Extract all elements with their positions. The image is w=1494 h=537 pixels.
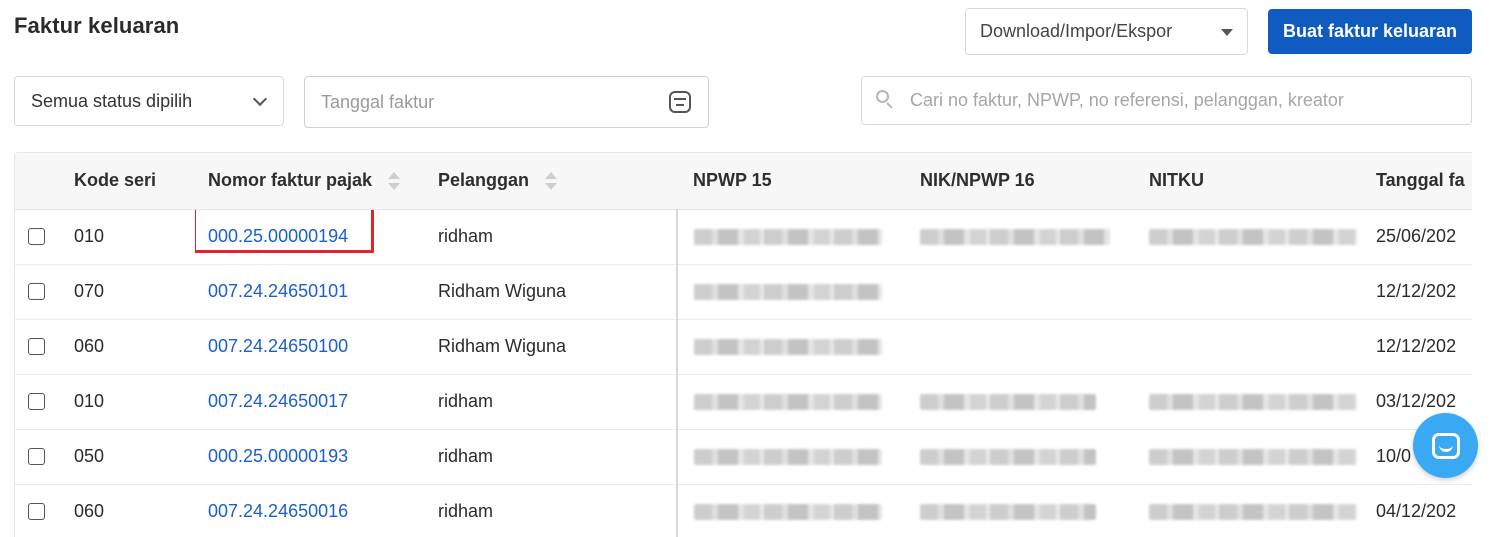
invoice-date-filter[interactable] <box>304 76 709 128</box>
row-checkbox[interactable] <box>28 393 45 410</box>
row-checkbox[interactable] <box>28 338 45 355</box>
redacted-nik <box>920 504 1096 521</box>
redacted-nitku <box>1149 504 1357 521</box>
create-invoice-button[interactable]: Buat faktur keluaran <box>1268 9 1472 54</box>
row-checkbox[interactable] <box>28 448 45 465</box>
kode-seri-cell: 010 <box>61 374 195 430</box>
invoice-number-link[interactable]: 007.24.24650017 <box>208 391 348 411</box>
redacted-npwp15 <box>694 504 882 521</box>
redacted-nitku <box>1149 449 1357 466</box>
caret-down-icon <box>1221 29 1233 36</box>
date-cell: 25/06/202 <box>1366 209 1472 265</box>
column-kode-seri: Kode seri <box>61 153 195 210</box>
redacted-nik <box>920 229 1110 246</box>
customer-cell: ridham <box>425 374 677 430</box>
invoice-number-link[interactable]: 000.25.00000194 <box>208 226 348 246</box>
date-cell: 12/12/202 <box>1366 264 1472 320</box>
customer-cell: ridham <box>425 429 677 485</box>
customer-cell: Ridham Wiguna <box>425 319 677 375</box>
column-nik-npwp16: NIK/NPWP 16 <box>907 153 1136 210</box>
date-cell: 04/12/202 <box>1366 484 1472 537</box>
invoice-number-link[interactable]: 007.24.24650100 <box>208 336 348 356</box>
redacted-nik <box>920 394 1096 411</box>
search-box[interactable] <box>861 76 1472 125</box>
table-row[interactable]: 060 007.24.24650100 Ridham Wiguna 12/12/… <box>15 319 1472 375</box>
chevron-down-icon <box>252 91 268 107</box>
invoice-table: Kode seri Nomor faktur pajak Pelanggan N… <box>14 152 1472 537</box>
redacted-nik <box>920 449 1096 466</box>
redacted-nitku <box>1149 229 1357 246</box>
table-row[interactable]: 060 007.24.24650016 ridham 04/12/202 <box>15 484 1472 537</box>
date-cell: 12/12/202 <box>1366 319 1472 375</box>
column-nitku: NITKU <box>1136 153 1366 210</box>
row-checkbox[interactable] <box>28 503 45 520</box>
kode-seri-cell: 060 <box>61 484 195 537</box>
redacted-npwp15 <box>694 229 882 246</box>
invoice-date-input[interactable] <box>305 77 645 127</box>
table-row[interactable]: 050 000.25.00000193 ridham 10/0 <box>15 429 1472 485</box>
column-pelanggan[interactable]: Pelanggan <box>425 153 677 210</box>
customer-cell: ridham <box>425 484 677 537</box>
kode-seri-cell: 010 <box>61 209 195 265</box>
select-all-header <box>15 153 61 210</box>
status-filter-label: Semua status dipilih <box>31 90 193 111</box>
redacted-npwp15 <box>694 449 882 466</box>
redacted-npwp15 <box>694 284 882 301</box>
page-title: Faktur keluaran <box>14 13 180 38</box>
column-npwp15: NPWP 15 <box>677 153 907 210</box>
sort-icon[interactable] <box>388 170 401 192</box>
invoice-number-link[interactable]: 007.24.24650101 <box>208 281 348 301</box>
search-input[interactable] <box>862 77 1471 124</box>
customer-cell: Ridham Wiguna <box>425 264 677 320</box>
invoice-number-link[interactable]: 007.24.24650016 <box>208 501 348 521</box>
chat-button[interactable] <box>1413 413 1478 478</box>
status-filter-select[interactable]: Semua status dipilih <box>14 76 284 126</box>
table-row[interactable]: 070 007.24.24650101 Ridham Wiguna 12/12/… <box>15 264 1472 320</box>
chat-icon <box>1431 432 1460 459</box>
kode-seri-cell: 060 <box>61 319 195 375</box>
row-checkbox[interactable] <box>28 228 45 245</box>
table-row[interactable]: 010 000.25.00000194 ridham 25/06/202 <box>15 209 1472 265</box>
redacted-npwp15 <box>694 394 882 411</box>
sort-icon[interactable] <box>545 170 558 192</box>
row-checkbox[interactable] <box>28 283 45 300</box>
kode-seri-cell: 070 <box>61 264 195 320</box>
redacted-nitku <box>1149 394 1357 411</box>
calendar-icon[interactable] <box>669 91 691 113</box>
table-header-row: Kode seri Nomor faktur pajak Pelanggan N… <box>15 153 1472 210</box>
customer-cell: ridham <box>425 209 677 265</box>
download-select-label: Download/Impor/Ekspor <box>980 21 1173 41</box>
invoice-number-link[interactable]: 000.25.00000193 <box>208 446 348 466</box>
column-tanggal-faktur: Tanggal fa <box>1366 153 1472 210</box>
redacted-npwp15 <box>694 339 882 356</box>
table-row[interactable]: 010 007.24.24650017 ridham 03/12/202 <box>15 374 1472 430</box>
download-import-export-select[interactable]: Download/Impor/Ekspor <box>965 8 1248 55</box>
column-nomor-faktur[interactable]: Nomor faktur pajak <box>195 153 425 210</box>
kode-seri-cell: 050 <box>61 429 195 485</box>
